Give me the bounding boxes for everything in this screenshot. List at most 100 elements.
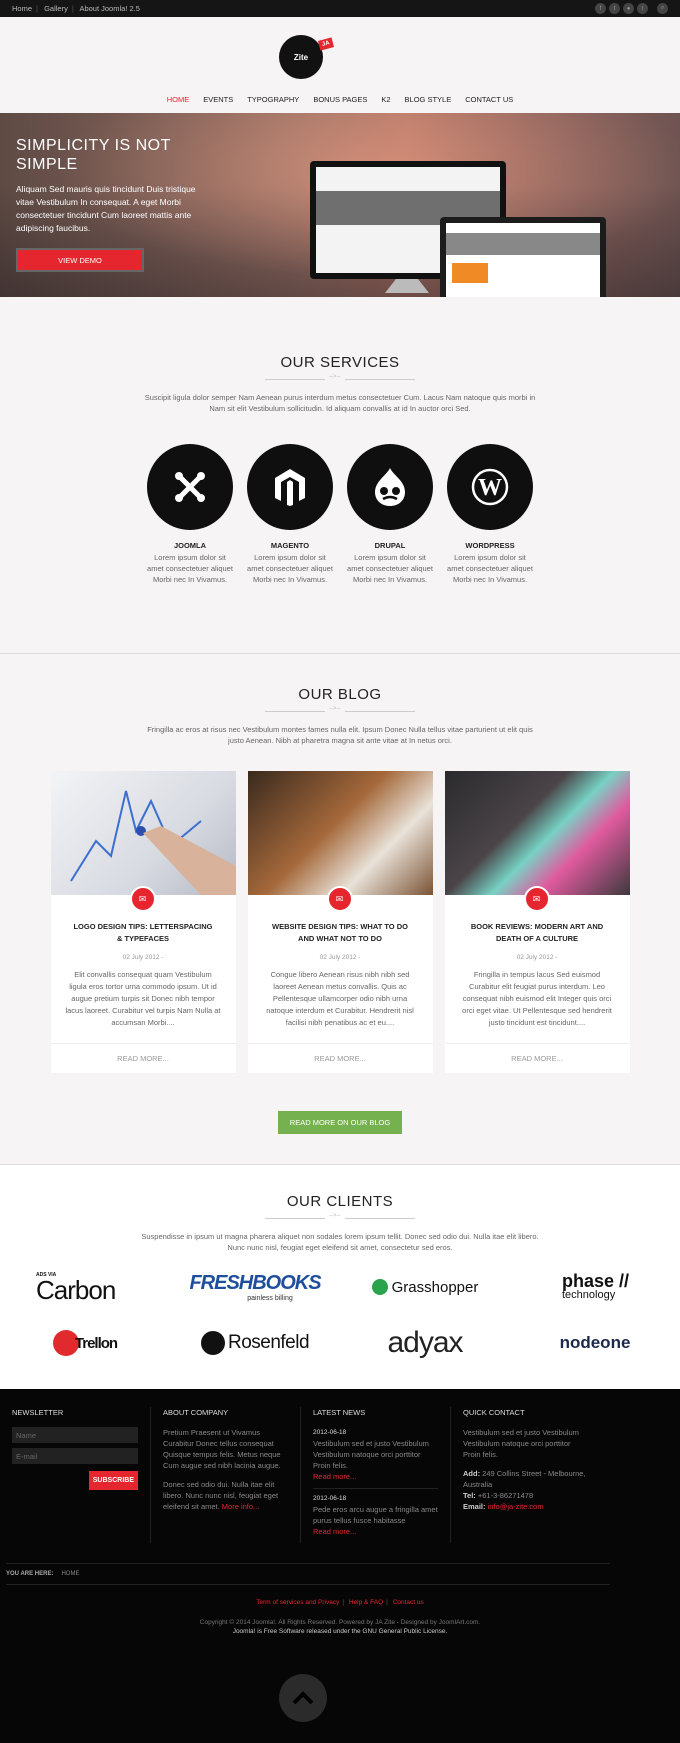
services-list: JOOMLA Lorem ipsum dolor sit amet consec… bbox=[0, 444, 680, 585]
blog-post: ✉ BOOK REVIEWS: MODERN ART AND DEATH OF … bbox=[444, 771, 630, 1073]
post-image[interactable] bbox=[247, 771, 433, 895]
news-date: 2012-06-18 bbox=[313, 1429, 347, 1436]
read-more-blog-button[interactable]: READ MORE ON OUR BLOG bbox=[277, 1111, 403, 1134]
nav-events[interactable]: EVENTS bbox=[203, 95, 233, 104]
blog-post: ✉ WEBSITE DESIGN TIPS: WHAT TO DO AND WH… bbox=[247, 771, 433, 1073]
news-read-more[interactable]: Read more... bbox=[313, 1526, 438, 1537]
client-logos: ADS VIA Carbon FRESHBOOKS painless billi… bbox=[0, 1267, 680, 1363]
footer-link-help[interactable]: Help & FAQ bbox=[349, 1599, 383, 1606]
contact-text: Vestibulum sed et justo Vestibulum Vesti… bbox=[463, 1428, 579, 1459]
top-link-home[interactable]: Home bbox=[12, 4, 32, 13]
client-logo-grasshopper[interactable]: Grasshopper bbox=[340, 1267, 510, 1307]
service-name: DRUPAL bbox=[374, 541, 406, 550]
comment-icon[interactable]: ✉ bbox=[523, 886, 550, 912]
read-more-link[interactable]: READ MORE... bbox=[444, 1043, 630, 1073]
blog-title: OUR BLOG bbox=[298, 686, 382, 703]
post-date: 02 July 2012 - bbox=[319, 954, 361, 961]
post-excerpt: Fringilla in tempus lacus Sed euismod Cu… bbox=[462, 970, 612, 1027]
magento-icon[interactable] bbox=[247, 444, 333, 530]
monitor-stand bbox=[385, 279, 429, 293]
clients-title: OUR CLIENTS bbox=[286, 1193, 394, 1210]
logo-text: Zite bbox=[293, 52, 309, 62]
client-logo-trellon[interactable]: Trellon bbox=[0, 1323, 170, 1363]
post-title[interactable]: WEBSITE DESIGN TIPS: WHAT TO DO AND WHAT… bbox=[248, 921, 433, 945]
top-links: Home | Gallery | About Joomla! 2.5 bbox=[12, 4, 140, 13]
read-more-link[interactable]: READ MORE... bbox=[50, 1043, 236, 1073]
client-logo-nodeone[interactable]: nodeone bbox=[510, 1323, 680, 1363]
service-text: Lorem ipsum dolor sit amet consectetuer … bbox=[347, 553, 433, 584]
service-text: Lorem ipsum dolor sit amet consectetuer … bbox=[247, 553, 333, 584]
flickr-icon[interactable]: ● bbox=[623, 3, 634, 14]
about-text-2: Donec sed odio dui. Nulla itae elit libe… bbox=[163, 1480, 279, 1511]
search-icon[interactable]: ⌕ bbox=[657, 3, 668, 14]
nav-bonus-pages[interactable]: BONUS PAGES bbox=[313, 95, 367, 104]
nav-home[interactable]: HOME bbox=[167, 95, 190, 104]
blog-posts: ✉ LOGO DESIGN TIPS: LETTERSPACING & TYPE… bbox=[0, 771, 680, 1073]
service-joomla: JOOMLA Lorem ipsum dolor sit amet consec… bbox=[147, 444, 233, 585]
header: Zite JA HOME EVENTS TYPOGRAPHY BONUS PAG… bbox=[0, 17, 680, 113]
divider bbox=[265, 374, 415, 380]
nav-blog-style[interactable]: BLOG STYLE bbox=[405, 95, 452, 104]
comment-icon[interactable]: ✉ bbox=[129, 886, 156, 912]
footer-columns: NEWSLETTER Name E-mail SUBSCRIBE ABOUT C… bbox=[0, 1389, 680, 1543]
logo[interactable]: Zite JA bbox=[279, 35, 335, 79]
facebook-icon[interactable]: f bbox=[595, 3, 606, 14]
post-date: 02 July 2012 - bbox=[122, 954, 164, 961]
joomla-icon[interactable] bbox=[147, 444, 233, 530]
client-logo-freshbooks[interactable]: FRESHBOOKS painless billing bbox=[170, 1267, 340, 1307]
contact-address: Add: 249 Collins Street - Melbourne, Aus… bbox=[463, 1469, 586, 1489]
service-wordpress: W WORDPRESS Lorem ipsum dolor sit amet c… bbox=[447, 444, 533, 585]
top-link-gallery[interactable]: Gallery bbox=[44, 4, 68, 13]
service-name: WORDPRESS bbox=[465, 541, 515, 550]
copyright: Copyright © 2014 Joomla!. All Rights Res… bbox=[199, 1619, 481, 1635]
top-link-about[interactable]: About Joomla! 2.5 bbox=[79, 4, 139, 13]
service-magento: MAGENTO Lorem ipsum dolor sit amet conse… bbox=[247, 444, 333, 585]
post-title[interactable]: LOGO DESIGN TIPS: LETTERSPACING & TYPEFA… bbox=[51, 921, 236, 945]
contact-tel: Tel: +61-3-86271478 bbox=[463, 1491, 534, 1500]
nav-typography[interactable]: TYPOGRAPHY bbox=[247, 95, 299, 104]
twitter-icon[interactable]: t bbox=[609, 3, 620, 14]
newsletter-column: NEWSLETTER Name E-mail SUBSCRIBE bbox=[0, 1407, 150, 1543]
svg-text:W: W bbox=[478, 475, 502, 501]
services-title: OUR SERVICES bbox=[280, 354, 400, 371]
comment-icon[interactable]: ✉ bbox=[326, 886, 353, 912]
nav-contact-us[interactable]: CONTACT US bbox=[465, 95, 513, 104]
post-title[interactable]: BOOK REVIEWS: MODERN ART AND DEATH OF A … bbox=[445, 921, 630, 945]
more-info-link[interactable]: More info... bbox=[222, 1502, 260, 1511]
blog-section: OUR BLOG Fringilla ac eros at risus nec … bbox=[0, 654, 680, 1165]
service-name: JOOMLA bbox=[173, 541, 207, 550]
post-image[interactable] bbox=[444, 771, 630, 895]
service-name: MAGENTO bbox=[270, 541, 310, 550]
about-title: ABOUT COMPANY bbox=[163, 1408, 229, 1417]
chevron-up-icon[interactable] bbox=[279, 1674, 327, 1722]
footer-link-contact[interactable]: Contact us bbox=[393, 1599, 424, 1606]
wordpress-icon[interactable]: W bbox=[447, 444, 533, 530]
clients-section: OUR CLIENTS Suspendisse in ipsum ut magn… bbox=[0, 1165, 680, 1389]
drupal-icon[interactable] bbox=[347, 444, 433, 530]
about-column: ABOUT COMPANY Pretium Praesent ut Vivamu… bbox=[150, 1407, 300, 1543]
client-logo-adyax[interactable]: adyax bbox=[340, 1323, 510, 1363]
subscribe-button[interactable]: SUBSCRIBE bbox=[88, 1471, 138, 1490]
view-demo-button[interactable]: VIEW DEMO bbox=[16, 248, 144, 272]
service-text: Lorem ipsum dolor sit amet consectetuer … bbox=[147, 553, 233, 584]
client-logo-phase[interactable]: phase // technology bbox=[510, 1267, 680, 1307]
post-excerpt: Congue libero Aenean risus nibh nibh sed… bbox=[266, 970, 414, 1027]
news-read-more[interactable]: Read more... bbox=[313, 1471, 438, 1482]
post-image[interactable] bbox=[50, 771, 236, 895]
contact-email: Email: info@ja-zite.com bbox=[463, 1502, 544, 1511]
breadcrumb-current[interactable]: HOME bbox=[61, 1571, 79, 1577]
rss-icon[interactable]: r bbox=[637, 3, 648, 14]
newsletter-title: NEWSLETTER bbox=[12, 1408, 64, 1417]
footer-link-terms[interactable]: Term of services and Privacy bbox=[256, 1599, 339, 1606]
read-more-link[interactable]: READ MORE... bbox=[247, 1043, 433, 1073]
newsletter-email-input[interactable]: E-mail bbox=[12, 1448, 138, 1464]
nav-k2[interactable]: K2 bbox=[381, 95, 390, 104]
newsletter-name-input[interactable]: Name bbox=[12, 1427, 138, 1443]
social-icons: f t ● r ⌕ bbox=[595, 3, 668, 14]
clients-intro: Suspendisse in ipsum ut magna pharera al… bbox=[141, 1232, 539, 1252]
service-drupal: DRUPAL Lorem ipsum dolor sit amet consec… bbox=[347, 444, 433, 585]
news-column: LATEST NEWS 2012-06-18 Vestibulum sed et… bbox=[300, 1407, 450, 1543]
client-logo-carbon[interactable]: ADS VIA Carbon bbox=[0, 1267, 170, 1307]
client-logo-rosenfeld[interactable]: Rosenfeld bbox=[170, 1323, 340, 1363]
services-intro: Suscipit ligula dolor semper Nam Aenean … bbox=[144, 393, 536, 413]
